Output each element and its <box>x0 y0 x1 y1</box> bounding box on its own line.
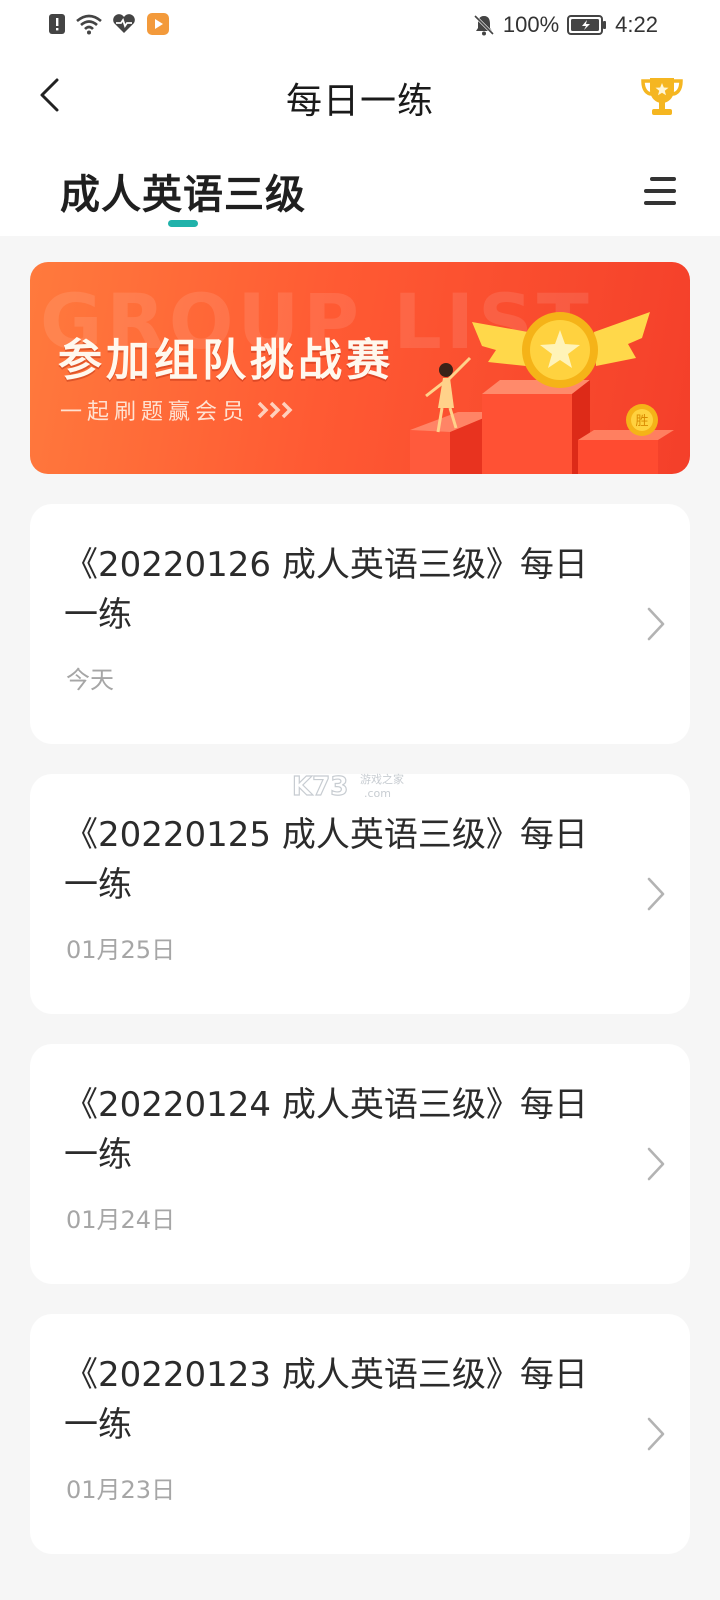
practice-date: 01月25日 <box>66 936 176 964</box>
coin-badge-text: 胜 <box>635 414 648 429</box>
practice-card[interactable]: 《20220123 成人英语三级》每日一练 01月23日 <box>30 1314 690 1554</box>
site-watermark-logo: K73 游戏之家 .com <box>292 771 404 802</box>
practice-date: 今天 <box>66 666 114 694</box>
practice-date: 01月24日 <box>66 1206 176 1234</box>
chevron-right-icon <box>647 877 665 911</box>
chevron-right-icon <box>647 1147 665 1181</box>
trophy-button[interactable] <box>638 72 686 120</box>
battery-icon <box>567 15 607 35</box>
health-icon <box>113 14 135 34</box>
practice-title: 《20220124 成人英语三级》每日一练 <box>64 1085 588 1175</box>
watermark-brand: K73 <box>292 772 348 802</box>
clock: 4:22 <box>615 12 658 37</box>
category-menu-button[interactable] <box>644 170 686 212</box>
practice-card[interactable]: 《20220124 成人英语三级》每日一练 01月24日 <box>30 1044 690 1284</box>
category-tab-bar: 成人英语三级 <box>0 150 720 236</box>
battery-percent: 100% <box>502 12 560 37</box>
menu-icon-line <box>644 201 676 205</box>
watermark-suffix: 游戏之家 <box>360 772 404 786</box>
practice-card[interactable]: 《20220126 成人英语三级》每日一练 今天 <box>30 504 690 744</box>
menu-icon <box>650 177 676 181</box>
chevron-right-icon <box>647 1417 665 1451</box>
status-icons-right: 100% 4:22 <box>473 12 658 38</box>
video-app-icon <box>147 13 169 35</box>
banner-subtitle: 一起刷题赢会员 <box>60 400 250 425</box>
team-challenge-banner[interactable]: GROUP LIST 参加组队挑战赛 一起刷题赢会员 胜 <box>30 262 690 474</box>
banner-subtitle-row: 一起刷题赢会员 <box>60 394 299 426</box>
triple-chevron-icon <box>257 401 293 419</box>
header-area: 100% 4:22 每日一练 成人英语三级 <box>0 0 720 236</box>
tab-active-category[interactable]: 成人英语三级 <box>60 162 306 220</box>
page-title: 每日一练 <box>285 81 434 122</box>
wifi-icon <box>76 14 102 35</box>
trophy-icon <box>641 78 683 115</box>
alert-icon <box>49 14 65 34</box>
practice-date: 01月23日 <box>66 1476 176 1504</box>
tab-indicator <box>168 220 198 227</box>
mute-bell-icon <box>473 14 494 36</box>
menu-icon-line <box>644 189 676 193</box>
chevron-right-icon <box>647 607 665 641</box>
status-bar: 100% 4:22 <box>0 0 720 50</box>
practice-title: 《20220126 成人英语三级》每日一练 <box>64 545 588 635</box>
practice-title: 《20220125 成人英语三级》每日一练 <box>64 815 588 905</box>
practice-card[interactable]: 《20220125 成人英语三级》每日一练 01月25日 <box>30 774 690 1014</box>
banner-illustration: 胜 <box>410 312 674 474</box>
banner-title: 参加组队挑战赛 <box>58 335 394 386</box>
practice-title: 《20220123 成人英语三级》每日一练 <box>64 1355 588 1445</box>
nav-bar: 每日一练 <box>0 60 720 132</box>
status-icons-left <box>48 12 170 36</box>
watermark-domain: .com <box>364 787 391 800</box>
